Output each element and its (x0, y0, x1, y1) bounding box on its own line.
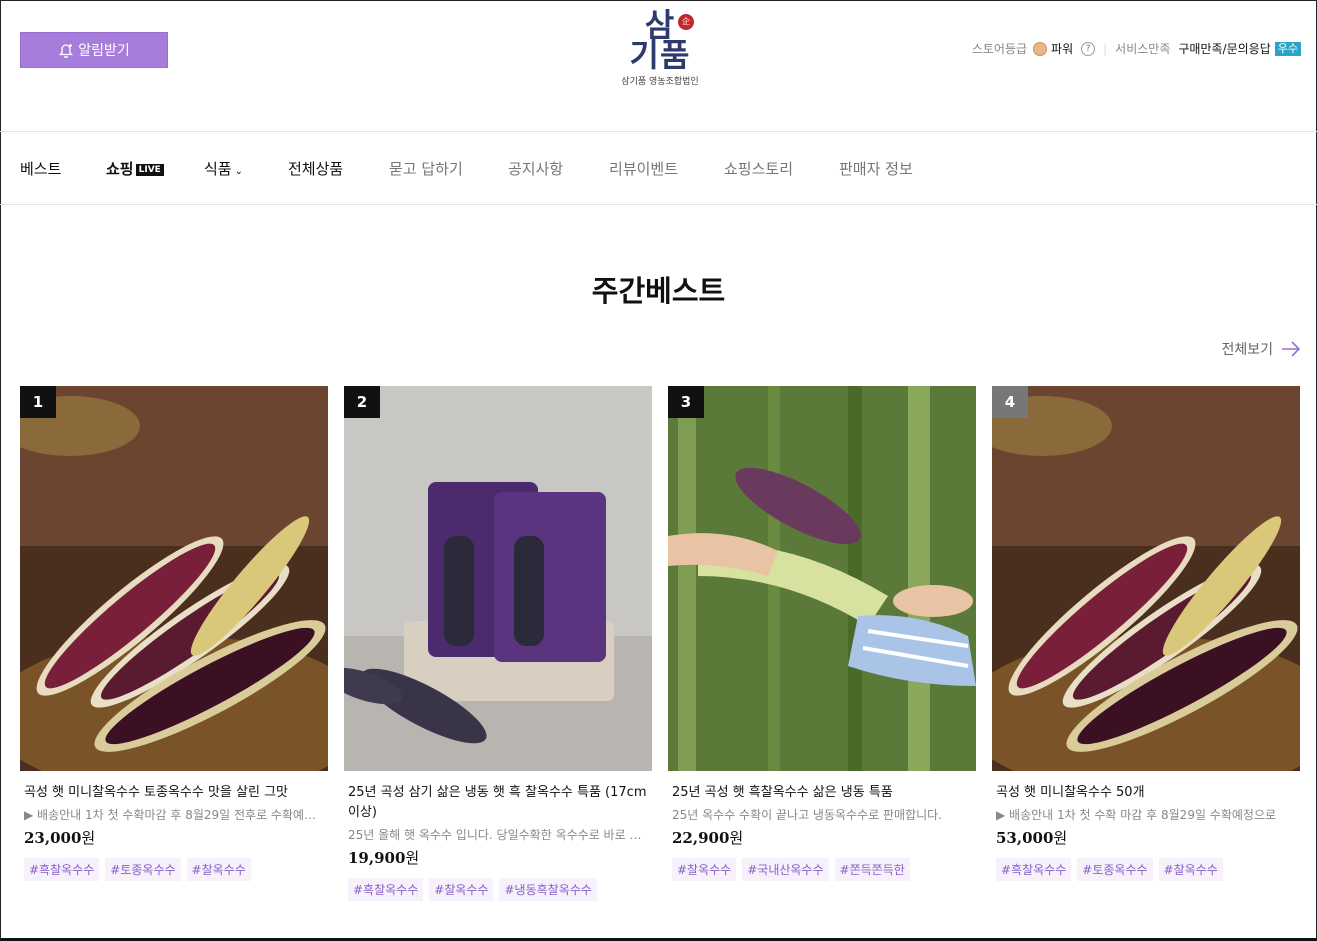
alarm-button[interactable]: 알림받기 (20, 32, 168, 68)
nav-best-label: 베스트 (20, 160, 62, 178)
price-currency: 원 (81, 829, 96, 847)
frozen-corn-package-image (344, 386, 652, 771)
tag[interactable]: #찰옥수수 (1158, 858, 1223, 881)
alarm-label: 알림받기 (78, 43, 130, 59)
nav-qna[interactable]: 묻고 답하기 (389, 158, 463, 179)
tag-list: #흑찰옥수수 #토종옥수수 #찰옥수수 (24, 858, 324, 881)
tag[interactable]: #국내산옥수수 (742, 858, 829, 881)
chevron-down-icon: ⌄ (234, 166, 243, 177)
nav-notice-label: 공지사항 (508, 160, 564, 178)
rank-badge: 3 (668, 386, 704, 418)
service-label: 서비스만족 (1115, 42, 1171, 56)
tag[interactable]: #찰옥수수 (429, 878, 494, 901)
price-value: 23,000 (24, 829, 82, 847)
nav-seller-info[interactable]: 판매자 정보 (839, 158, 913, 179)
nav-shopping-live[interactable]: 쇼핑 LIVE (106, 158, 164, 179)
price-currency: 원 (405, 849, 420, 867)
nav-story-label: 쇼핑스토리 (724, 160, 794, 178)
product-card[interactable]: 3 25년 곡성 햇 흑찰옥수수 삶은 냉동 특품 25년 옥수수 수확이 끝나… (668, 386, 976, 881)
tag-list: #흑찰옥수수 #토종옥수수 #찰옥수수 (996, 858, 1296, 881)
corn-basket-image (992, 386, 1300, 771)
product-price: 53,000원 (996, 827, 1296, 848)
live-badge: LIVE (135, 164, 164, 176)
nav-notice[interactable]: 공지사항 (508, 158, 563, 179)
rank-badge: 1 (20, 386, 56, 418)
nav-seller-label: 판매자 정보 (839, 160, 913, 178)
service-badge: 우수 (1274, 41, 1301, 56)
logo-seal-icon: 企 (678, 14, 694, 30)
nav-shopping-story[interactable]: 쇼핑스토리 (724, 158, 793, 179)
arrow-right-icon (1282, 341, 1301, 357)
product-price: 22,900원 (672, 827, 972, 848)
product-desc: ▶ 배송안내 1차 첫 수확마감 후 8월29일 전후로 수확예정입니다 (24, 808, 324, 822)
view-all-link[interactable]: 전체보기 (1221, 339, 1301, 359)
tag[interactable]: #흑찰옥수수 (24, 858, 100, 881)
product-desc: ▶ 배송안내 1차 첫 수확 마감 후 8월29일 수확예정으로 (996, 808, 1277, 822)
nav-shopping-label: 쇼핑 (106, 160, 134, 178)
bell-plus-icon (59, 44, 74, 58)
product-price: 23,000원 (24, 827, 324, 848)
nav-food-label: 식품 (204, 160, 232, 178)
product-name[interactable]: 곡성 햇 미니찰옥수수 50개 (996, 783, 1296, 803)
corn-basket-image (20, 386, 328, 771)
product-image[interactable]: 2 (344, 386, 652, 771)
price-value: 53,000 (996, 829, 1054, 847)
product-card[interactable]: 4 곡성 햇 미니찰옥수수 50개 ▶ 배송안내 1차 첫 수확 마감 후 8월… (992, 386, 1300, 881)
main-nav: 베스트 쇼핑 LIVE 식품 ⌄ 전체상품 묻고 답하기 공지사항 리뷰이벤트 쇼핑… (0, 131, 1317, 205)
nav-review-event[interactable]: 리뷰이벤트 (609, 158, 678, 179)
price-currency: 원 (729, 829, 744, 847)
product-desc: 25년 올해 햇 옥수수 입니다. 당일수확한 옥수수로 바로 삶아 냉동 (348, 828, 648, 842)
store-logo[interactable]: 삼 企 기품 삼기품 영농조합법인 (610, 9, 710, 87)
product-card[interactable]: 1 곡성 햇 미니찰옥수수 토종옥수수 맛을 살린 그맛 ▶ 배송안내 1차 첫… (20, 386, 328, 881)
product-name[interactable]: 25년 곡성 삼기 삶은 냉동 햇 흑 찰옥수수 특품 (17cm이상) (348, 783, 648, 823)
product-image[interactable]: 4 (992, 386, 1300, 771)
product-name[interactable]: 25년 곡성 햇 흑찰옥수수 삶은 냉동 특품 (672, 783, 972, 803)
power-grade-icon (1033, 41, 1048, 56)
view-all-label: 전체보기 (1221, 342, 1273, 358)
nav-all-label: 전체상품 (288, 160, 344, 178)
tag-list: #찰옥수수 #국내산옥수수 #쫀득쫀득한 (672, 858, 972, 881)
store-info: 스토어등급 파워 ? | 서비스만족 구매만족/문의응답 우수 (972, 40, 1301, 57)
nav-review-label: 리뷰이벤트 (609, 160, 679, 178)
tag-list: #흑찰옥수수 #찰옥수수 #냉동흑찰옥수수 (348, 878, 648, 901)
product-card[interactable]: 2 25년 곡성 삼기 삶은 냉동 햇 흑 찰옥수수 특품 (17cm이상) 2… (344, 386, 652, 901)
tag[interactable]: #흑찰옥수수 (348, 878, 424, 901)
product-price: 19,900원 (348, 847, 648, 868)
nav-all-products[interactable]: 전체상품 (288, 158, 343, 179)
tag[interactable]: #쫀득쫀득한 (834, 858, 910, 881)
nav-qna-label: 묻고 답하기 (389, 160, 463, 178)
price-currency: 원 (1053, 829, 1068, 847)
tag[interactable]: #흑찰옥수수 (996, 858, 1072, 881)
product-image[interactable]: 3 (668, 386, 976, 771)
tag[interactable]: #찰옥수수 (186, 858, 251, 881)
product-desc: 25년 옥수수 수확이 끝나고 냉동옥수수로 판매합니다. (672, 808, 942, 822)
nav-food[interactable]: 식품 ⌄ (204, 158, 243, 179)
tag[interactable]: #냉동흑찰옥수수 (499, 878, 597, 901)
rank-badge: 2 (344, 386, 380, 418)
price-value: 19,900 (348, 849, 406, 867)
store-grade-value: 파워 (1051, 42, 1074, 56)
logo-bottom: 기품 (629, 36, 691, 74)
help-icon[interactable]: ? (1081, 41, 1096, 56)
section-title: 주간베스트 (591, 274, 726, 308)
tag[interactable]: #찰옥수수 (672, 858, 737, 881)
store-grade-label: 스토어등급 (971, 42, 1028, 56)
product-image[interactable]: 1 (20, 386, 328, 771)
rank-badge: 4 (992, 386, 1028, 418)
service-value: 구매만족/문의응답 (1178, 42, 1271, 56)
product-name[interactable]: 곡성 햇 미니찰옥수수 토종옥수수 맛을 살린 그맛 (24, 783, 324, 803)
nav-best[interactable]: 베스트 (20, 158, 61, 179)
logo-subtitle: 삼기품 영농조합법인 (621, 77, 699, 87)
corn-field-image (668, 386, 976, 771)
tag[interactable]: #토종옥수수 (1077, 858, 1153, 881)
price-value: 22,900 (672, 829, 730, 847)
divider: | (1103, 41, 1108, 56)
tag[interactable]: #토종옥수수 (105, 858, 181, 881)
